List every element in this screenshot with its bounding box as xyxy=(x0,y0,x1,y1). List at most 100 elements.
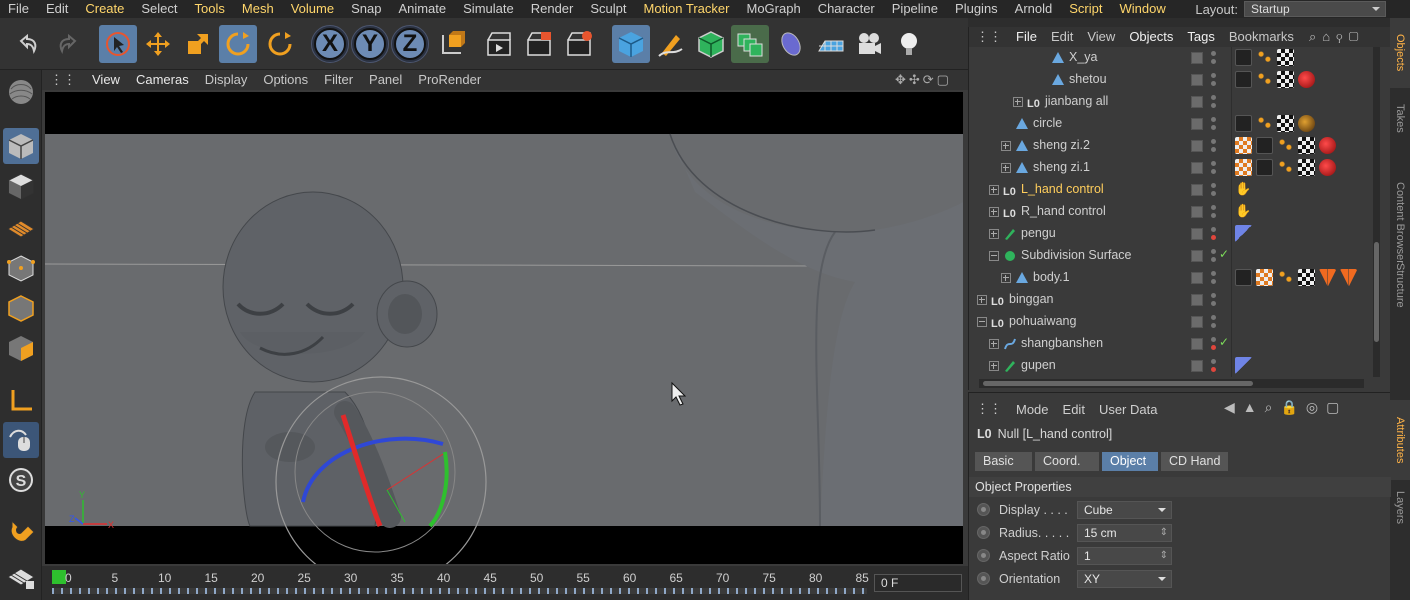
object-row[interactable]: L0 jianbang all xyxy=(969,91,1374,113)
side-tab-objects[interactable]: Objects xyxy=(1390,18,1410,88)
side-tab-takes[interactable]: Takes xyxy=(1390,88,1410,148)
enabled-check-icon[interactable]: ✓ xyxy=(1219,335,1229,349)
dots-tag-icon[interactable] xyxy=(1256,71,1273,88)
checker-tag-icon[interactable] xyxy=(1277,49,1294,66)
layout-dropdown[interactable]: Startup xyxy=(1244,1,1386,17)
menu-select[interactable]: Select xyxy=(133,0,186,18)
render-settings-icon[interactable] xyxy=(560,25,598,63)
menu-arnold[interactable]: Arnold xyxy=(1007,0,1062,18)
menu-sculpt[interactable]: Sculpt xyxy=(582,0,635,18)
dots-tag-icon[interactable] xyxy=(1256,49,1273,66)
expand-toggle-icon[interactable] xyxy=(989,361,999,371)
checker-tag-icon[interactable] xyxy=(1298,159,1315,176)
hand-tag-icon[interactable]: ✋ xyxy=(1235,181,1252,198)
viewport-menu-prorender[interactable]: ProRender xyxy=(410,70,489,90)
redo-icon[interactable] xyxy=(49,25,87,63)
layer-icon[interactable] xyxy=(1191,316,1203,328)
objects-menu-objects[interactable]: Objects xyxy=(1122,27,1180,47)
menu-create[interactable]: Create xyxy=(77,0,133,18)
menu-plugins[interactable]: Plugins xyxy=(947,0,1007,18)
menu-window[interactable]: Window xyxy=(1111,0,1174,18)
red-ball-tag-icon[interactable] xyxy=(1298,71,1315,88)
layer-icon[interactable] xyxy=(1191,294,1203,306)
expand-toggle-icon[interactable] xyxy=(989,229,999,239)
red-ball-tag-icon[interactable] xyxy=(1319,137,1336,154)
layer-icon[interactable] xyxy=(1191,74,1203,86)
viewport-menu-options[interactable]: Options xyxy=(255,70,316,90)
expand-toggle-icon[interactable] xyxy=(977,295,987,305)
object-row[interactable]: L0 pohuaiwang xyxy=(969,311,1374,333)
layer-icon[interactable] xyxy=(1191,272,1203,284)
solo-icon[interactable]: S xyxy=(3,462,39,498)
layer-icon[interactable] xyxy=(1191,360,1203,372)
attr-tab-basic[interactable]: Basic xyxy=(975,452,1032,471)
property-dropdown[interactable]: Cube xyxy=(1077,501,1172,519)
expand-toggle-icon[interactable] xyxy=(1001,163,1011,173)
expand-toggle-icon[interactable] xyxy=(1001,273,1011,283)
object-list-hscrollbar[interactable] xyxy=(979,379,1364,388)
viewport-menu-cameras[interactable]: Cameras xyxy=(128,70,197,90)
deformer-icon[interactable] xyxy=(772,25,810,63)
orange-tri-tag-icon[interactable] xyxy=(1340,269,1357,286)
dots-tag-icon[interactable] xyxy=(1277,269,1294,286)
objects-menu-tags[interactable]: Tags xyxy=(1180,27,1221,47)
side-tab-structure[interactable]: Structure xyxy=(1390,248,1410,323)
floor-icon[interactable] xyxy=(812,25,850,63)
move-icon[interactable] xyxy=(139,25,177,63)
object-list-scrollbar[interactable] xyxy=(1373,47,1380,377)
expand-toggle-icon[interactable] xyxy=(977,317,987,327)
menu-mesh[interactable]: Mesh xyxy=(234,0,283,18)
object-row[interactable]: L0 R_hand control ✋ xyxy=(969,201,1374,223)
coordinate-system-icon[interactable] xyxy=(433,25,471,63)
snap-magnet-icon[interactable] xyxy=(3,510,39,546)
animate-radio[interactable] xyxy=(977,549,990,562)
animate-radio[interactable] xyxy=(977,572,990,585)
animate-radio[interactable] xyxy=(977,503,990,516)
orange-checker-tag-icon[interactable] xyxy=(1256,269,1273,286)
visibility-dots-icon[interactable] xyxy=(1211,205,1217,219)
property-field[interactable]: 15 cm xyxy=(1077,524,1172,542)
undo-icon[interactable] xyxy=(9,25,47,63)
red-ball-tag-icon[interactable] xyxy=(1319,159,1336,176)
dark-tag-icon[interactable] xyxy=(1256,137,1273,154)
visibility-dots-icon[interactable] xyxy=(1211,271,1217,285)
dots-tag-icon[interactable] xyxy=(1277,137,1294,154)
brown-ball-tag-icon[interactable] xyxy=(1298,115,1315,132)
camera-icon[interactable] xyxy=(850,25,888,63)
layer-icon[interactable] xyxy=(1191,52,1203,64)
menu-motion-tracker[interactable]: Motion Tracker xyxy=(636,0,739,18)
objects-menu-bookmarks[interactable]: Bookmarks xyxy=(1222,27,1301,47)
edges-mode-icon[interactable] xyxy=(3,290,39,326)
dark-tag-icon[interactable] xyxy=(1235,71,1252,88)
visibility-dots-icon[interactable] xyxy=(1211,139,1217,153)
object-row[interactable]: L0 L_hand control ✋ xyxy=(969,179,1374,201)
object-row[interactable]: sheng zi.2 xyxy=(969,135,1374,157)
viewport-menu-display[interactable]: Display xyxy=(197,70,256,90)
menu-render[interactable]: Render xyxy=(523,0,583,18)
menu-tools[interactable]: Tools xyxy=(187,0,234,18)
menu-animate[interactable]: Animate xyxy=(390,0,455,18)
visibility-dots-icon[interactable] xyxy=(1211,117,1217,131)
attributes-menu-edit[interactable]: Edit xyxy=(1056,402,1092,417)
menu-file[interactable]: File xyxy=(0,0,38,18)
visibility-dots-icon[interactable] xyxy=(1211,359,1217,373)
axis-mode-icon[interactable] xyxy=(3,382,39,418)
attributes-menu-mode[interactable]: Mode xyxy=(1009,402,1056,417)
recent-tool-icon[interactable] xyxy=(261,25,299,63)
menu-edit[interactable]: Edit xyxy=(38,0,77,18)
grip-icon[interactable]: ⋮⋮ xyxy=(969,401,1009,417)
dark-tag-icon[interactable] xyxy=(1256,159,1273,176)
expand-toggle-icon[interactable] xyxy=(989,251,999,261)
menu-pipeline[interactable]: Pipeline xyxy=(884,0,947,18)
dark-tag-icon[interactable] xyxy=(1235,49,1252,66)
render-picture-viewer-icon[interactable] xyxy=(520,25,558,63)
menu-simulate[interactable]: Simulate xyxy=(455,0,523,18)
layer-icon[interactable] xyxy=(1191,140,1203,152)
layer-icon[interactable] xyxy=(1191,118,1203,130)
side-tab-layers[interactable]: Layers xyxy=(1390,480,1410,535)
layer-icon[interactable] xyxy=(1191,184,1203,196)
attr-tab-object[interactable]: Object xyxy=(1102,452,1158,471)
texture-mode-icon[interactable] xyxy=(3,168,39,204)
object-manager-icons[interactable]: ⌕⌂⚲▢ xyxy=(1309,29,1364,45)
render-view-icon[interactable] xyxy=(480,25,518,63)
